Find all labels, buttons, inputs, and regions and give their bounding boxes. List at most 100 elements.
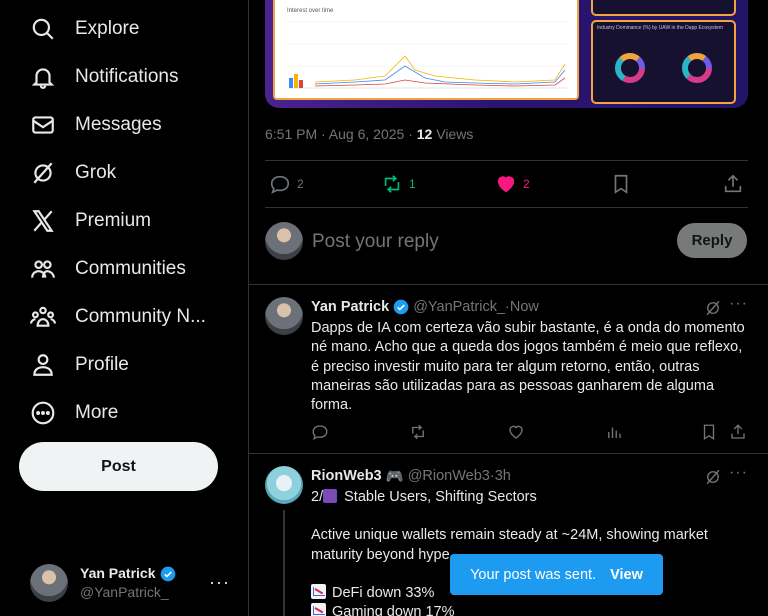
post-time[interactable]: 6:51 PM · Aug 6, 2025 ·: [265, 126, 417, 142]
more-icon[interactable]: ···: [729, 295, 748, 313]
chart-down-emoji-icon: [311, 603, 326, 616]
repost-icon: [384, 175, 400, 193]
bookmark-button[interactable]: [700, 423, 720, 443]
account-name: Yan Patrick: [80, 565, 156, 581]
dashboard-title: Industry Dominance (%) by UAW in the Dap…: [597, 25, 723, 31]
heart-filled-icon: [497, 176, 515, 193]
tweet-heading: Stable Users, Shifting Sectors: [344, 489, 537, 505]
interest-over-time-chart: Interest over time: [273, 0, 579, 100]
nav-label: Messages: [75, 114, 162, 135]
dapp-dominance-dashboard: Industry Dominance (%) by UAW in the Dap…: [591, 20, 736, 104]
chart-lines: [287, 21, 567, 89]
post-actions: 2 1 2: [265, 172, 749, 196]
envelope-icon: [30, 112, 56, 138]
grok-button[interactable]: [704, 299, 722, 317]
account-handle: @YanPatrick_: [80, 584, 169, 600]
post-media-image[interactable]: Interest over time Industry Dominance (%…: [265, 0, 748, 108]
nav-premium[interactable]: Premium: [30, 205, 151, 237]
divider: [265, 207, 748, 208]
views-count: 12: [416, 126, 433, 142]
purple-square-emoji-icon: [323, 489, 338, 503]
like-button[interactable]: 2: [495, 172, 530, 196]
post-button[interactable]: Post: [19, 442, 218, 491]
share-button[interactable]: [722, 172, 744, 196]
nav-label: Explore: [75, 18, 140, 39]
tweet-text: Dapps de IA com certeza vão subir bastan…: [311, 320, 745, 414]
bell-icon: [30, 64, 56, 90]
divider: [265, 160, 748, 161]
post-sent-toast: Your post was sent. View: [450, 554, 663, 595]
reply-button[interactable]: 2: [269, 172, 304, 196]
reply-icon: [270, 175, 290, 194]
analytics-icon: [608, 427, 621, 438]
nav-label: Profile: [75, 354, 129, 375]
nav-label: Communities: [75, 258, 186, 279]
more-icon[interactable]: ···: [209, 572, 230, 593]
avatar: [265, 222, 303, 260]
nav-explore[interactable]: Explore: [30, 13, 139, 45]
grok-icon: [30, 160, 56, 186]
toast-message: Your post was sent.: [470, 566, 597, 583]
nav-communities[interactable]: Communities: [30, 253, 186, 285]
reply-composer: Reply: [265, 222, 749, 262]
like-button[interactable]: [507, 423, 527, 443]
dashboard-panel-top: [591, 0, 736, 16]
bookmark-button[interactable]: [610, 172, 632, 196]
bookmark-icon: [703, 424, 715, 441]
community-notes-icon: [30, 304, 56, 330]
verified-badge-icon: [160, 566, 175, 581]
search-icon: [30, 16, 56, 42]
nav-messages[interactable]: Messages: [30, 109, 162, 141]
author-emoji: 🎮: [385, 468, 404, 485]
reply-button[interactable]: [311, 423, 331, 443]
author-name[interactable]: RionWeb3: [311, 468, 382, 484]
account-switcher[interactable]: Yan Patrick @YanPatrick_ ···: [30, 560, 240, 606]
x-logo-icon: [30, 208, 56, 234]
grok-icon: [706, 300, 720, 316]
toast-view-link[interactable]: View: [610, 567, 643, 583]
nav-more[interactable]: More: [30, 397, 118, 429]
share-button[interactable]: [729, 423, 749, 443]
divider: [249, 284, 768, 285]
more-icon[interactable]: ···: [729, 464, 748, 482]
reply-count: 2: [297, 177, 304, 191]
author-handle[interactable]: @YanPatrick_: [413, 299, 505, 315]
grok-icon: [706, 469, 720, 485]
nav-grok[interactable]: Grok: [30, 157, 116, 189]
avatar[interactable]: [265, 466, 303, 504]
author-name[interactable]: Yan Patrick: [311, 299, 389, 315]
people-icon: [30, 256, 56, 282]
nav-label: Premium: [75, 210, 152, 231]
tweet-time[interactable]: 3h: [495, 468, 511, 484]
main-column: Interest over time Industry Dominance (%…: [248, 0, 768, 616]
avatar[interactable]: [265, 297, 303, 335]
repost-button[interactable]: 1: [381, 172, 416, 196]
reply-input[interactable]: [312, 228, 652, 256]
person-icon: [30, 352, 56, 378]
reply-submit-button[interactable]: Reply: [677, 223, 747, 258]
nav-label: Notifications: [75, 66, 179, 87]
bullet-item: DeFi down 33%: [332, 584, 435, 601]
bookmark-icon: [614, 174, 628, 194]
nav-label: Grok: [75, 162, 117, 183]
chart-down-emoji-icon: [311, 583, 326, 599]
share-icon: [731, 424, 745, 439]
heart-icon: [509, 425, 523, 439]
nav-notifications[interactable]: Notifications: [30, 61, 179, 93]
thread-line: [283, 510, 285, 616]
nav-label: Community N...: [75, 306, 206, 327]
repost-button[interactable]: [409, 423, 429, 443]
author-handle[interactable]: @RionWeb3: [408, 468, 490, 484]
tweet-time[interactable]: Now: [510, 299, 539, 315]
divider: [249, 453, 768, 454]
share-icon: [724, 174, 742, 193]
donut-charts: [615, 53, 712, 83]
tweet-text: 2/ Stable Users, Shifting Sectors Active…: [311, 488, 751, 616]
chart-title: Interest over time: [287, 8, 334, 14]
grok-button[interactable]: [704, 468, 722, 486]
nav-community-notes[interactable]: Community N...: [30, 301, 206, 333]
analytics-button[interactable]: [605, 423, 625, 443]
nav-profile[interactable]: Profile: [30, 349, 129, 381]
post-timestamp: 6:51 PM · Aug 6, 2025 · 12 Views: [265, 126, 473, 142]
reply-icon: [312, 425, 328, 441]
